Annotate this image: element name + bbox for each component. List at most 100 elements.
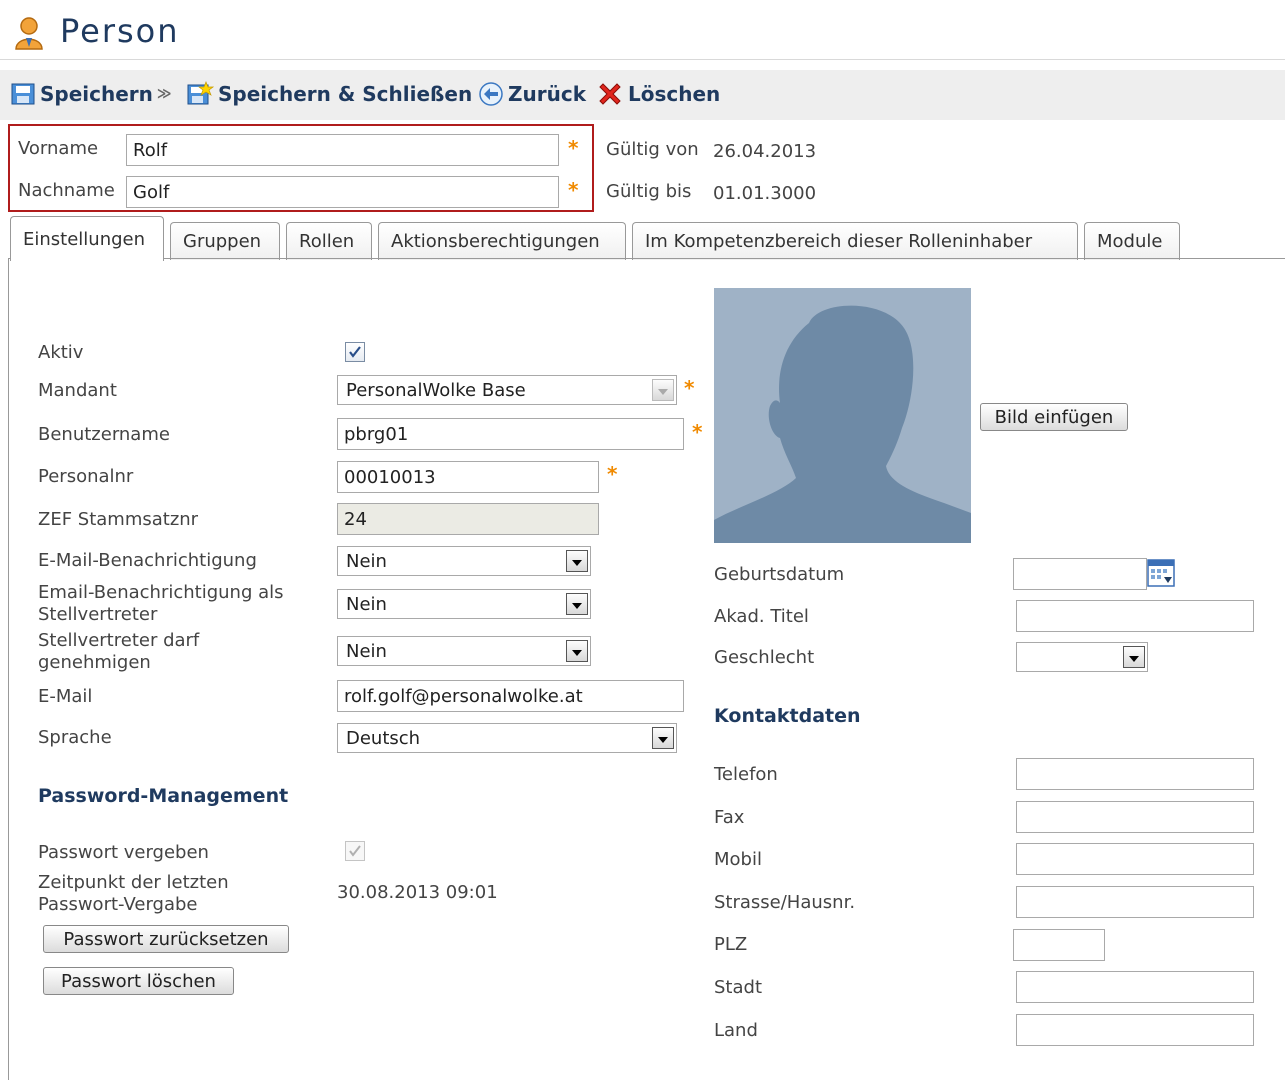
firstname-field[interactable]: Rolf — [126, 134, 559, 166]
zip-field[interactable] — [1013, 929, 1105, 961]
reset-password-button[interactable]: Passwort zurücksetzen — [43, 925, 289, 953]
checkmark-icon — [349, 845, 361, 857]
back-label: Zurück — [508, 82, 586, 106]
personnel-no-label: Personalnr — [38, 466, 134, 487]
save-close-icon — [187, 81, 214, 105]
chevron-down-icon[interactable]: ≫ — [157, 86, 172, 102]
back-arrow-icon — [479, 82, 503, 106]
email-field[interactable]: rolf.golf@personalwolke.at — [337, 680, 684, 712]
active-label: Aktiv — [38, 342, 84, 363]
save-label: Speichern — [40, 82, 153, 106]
contact-section-title: Kontaktdaten — [714, 705, 861, 727]
delete-password-button[interactable]: Passwort löschen — [43, 967, 234, 995]
tab-rollen[interactable]: Rollen — [286, 222, 372, 260]
last-assigned-label: Zeitpunkt der letzten Passwort-Vergabe — [38, 872, 229, 915]
delete-button[interactable]: Löschen — [596, 78, 720, 110]
tab-divider — [8, 258, 1285, 259]
required-marker: * — [568, 136, 579, 160]
client-select[interactable]: PersonalWolke Base — [337, 375, 677, 405]
phone-label: Telefon — [714, 764, 778, 785]
back-button[interactable]: Zurück — [478, 78, 586, 110]
chevron-down-icon[interactable] — [1123, 646, 1145, 668]
client-label: Mandant — [38, 380, 117, 401]
academic-title-field[interactable] — [1016, 600, 1254, 632]
deputy-approve-label: Stellvertreter darf genehmigen — [38, 630, 200, 673]
email-notify-deputy-value: Nein — [346, 593, 387, 615]
email-notify-select[interactable]: Nein — [337, 546, 591, 576]
page-header: Person — [0, 0, 1285, 60]
tab-aktionsberechtigungen[interactable]: Aktionsberechtigungen — [378, 222, 626, 260]
country-label: Land — [714, 1020, 758, 1041]
password-assigned-checkbox — [345, 841, 365, 861]
zip-label: PLZ — [714, 934, 748, 955]
person-silhouette-icon — [714, 305, 971, 543]
tab-kompetenzbereich[interactable]: Im Kompetenzbereich dieser Rolleninhaber — [632, 222, 1078, 260]
active-checkbox[interactable] — [345, 342, 365, 362]
chevron-down-icon[interactable] — [652, 379, 674, 401]
email-notify-deputy-select[interactable]: Nein — [337, 589, 591, 619]
lastname-field[interactable]: Golf — [126, 176, 559, 208]
city-field[interactable] — [1016, 971, 1254, 1003]
required-marker: * — [607, 462, 618, 486]
birthdate-field[interactable] — [1013, 558, 1147, 590]
save-button[interactable]: Speichern ≫ — [10, 78, 172, 110]
email-notify-deputy-label: Email-Benachrichtigung als Stellvertrete… — [38, 582, 284, 625]
chevron-down-icon[interactable] — [566, 550, 588, 572]
calendar-icon[interactable] — [1147, 558, 1175, 588]
country-field[interactable] — [1016, 1014, 1254, 1046]
avatar-placeholder — [714, 288, 971, 543]
delete-label: Löschen — [628, 82, 721, 106]
panel-left-border — [8, 258, 9, 1080]
language-label: Sprache — [38, 727, 112, 748]
valid-to-label: Gültig bis — [606, 181, 692, 202]
gender-label: Geschlecht — [714, 647, 815, 668]
chevron-down-icon[interactable] — [566, 640, 588, 662]
gender-select[interactable] — [1016, 642, 1148, 672]
tab-gruppen[interactable]: Gruppen — [170, 222, 280, 260]
mobile-field[interactable] — [1016, 843, 1254, 875]
zef-field: 24 — [337, 503, 599, 535]
valid-from-label: Gültig von — [606, 139, 699, 160]
delete-x-icon — [599, 83, 621, 105]
valid-to-value: 01.01.3000 — [713, 183, 817, 204]
street-field[interactable] — [1016, 886, 1254, 918]
personnel-no-field[interactable]: 00010013 — [337, 461, 599, 493]
chevron-down-icon[interactable] — [566, 593, 588, 615]
lastname-label: Nachname — [18, 180, 115, 201]
password-assigned-label: Passwort vergeben — [38, 842, 209, 863]
save-icon — [11, 83, 35, 105]
page-title: Person — [60, 12, 180, 50]
tab-bar: Einstellungen Gruppen Rollen Aktionsbere… — [0, 216, 1285, 261]
fax-field[interactable] — [1016, 801, 1254, 833]
valid-from-value: 26.04.2013 — [713, 141, 817, 162]
required-marker: * — [684, 376, 695, 400]
language-value: Deutsch — [346, 727, 421, 749]
chevron-down-icon[interactable] — [652, 727, 674, 749]
language-select[interactable]: Deutsch — [337, 723, 677, 753]
tab-einstellungen[interactable]: Einstellungen — [10, 216, 164, 261]
street-label: Strasse/Hausnr. — [714, 892, 856, 913]
phone-field[interactable] — [1016, 758, 1254, 790]
tab-module[interactable]: Module — [1084, 222, 1180, 260]
insert-image-button[interactable]: Bild einfügen — [980, 403, 1128, 431]
email-notify-value: Nein — [346, 550, 387, 572]
email-label: E-Mail — [38, 686, 93, 707]
username-label: Benutzername — [38, 424, 170, 445]
email-notify-label: E-Mail-Benachrichtigung — [38, 550, 257, 571]
fax-label: Fax — [714, 807, 745, 828]
client-select-value: PersonalWolke Base — [346, 379, 526, 401]
checkmark-icon — [349, 346, 361, 358]
mobile-label: Mobil — [714, 849, 762, 870]
required-marker: * — [568, 178, 579, 202]
password-section-title: Password-Management — [38, 785, 289, 807]
deputy-approve-value: Nein — [346, 640, 387, 662]
academic-title-label: Akad. Titel — [714, 606, 809, 627]
save-close-button[interactable]: Speichern & Schließen — [186, 78, 472, 110]
city-label: Stadt — [714, 977, 762, 998]
firstname-label: Vorname — [18, 138, 99, 159]
deputy-approve-select[interactable]: Nein — [337, 636, 591, 666]
zef-label: ZEF Stammsatznr — [38, 509, 199, 530]
username-field[interactable]: pbrg01 — [337, 418, 684, 450]
required-marker: * — [692, 420, 703, 444]
toolbar: Speichern ≫ Speichern & Schließen Zurück… — [0, 70, 1285, 120]
